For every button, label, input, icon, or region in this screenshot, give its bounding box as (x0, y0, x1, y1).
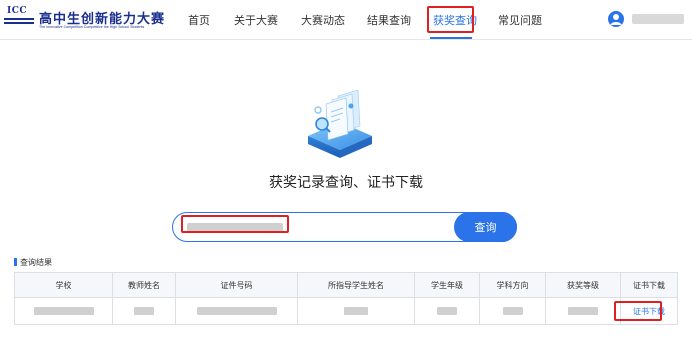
cell-grade-redacted (414, 297, 480, 325)
search-input-highlight (181, 215, 289, 233)
logo-bar (4, 18, 34, 20)
results-table: 学校 教师姓名 证件号码 所指导学生姓名 学生年级 学科方向 获奖等级 证书下载… (14, 272, 678, 325)
table-row: 证书下载 (14, 297, 678, 325)
cell-id-redacted (175, 297, 298, 325)
certificate-download-highlight (614, 301, 662, 321)
cell-award-redacted (545, 297, 621, 325)
nav-faq[interactable]: 常见问题 (498, 12, 542, 28)
nav-active-highlight (427, 6, 474, 33)
nav-result-query[interactable]: 结果查询 (367, 12, 411, 28)
col-subject: 学科方向 (479, 272, 546, 298)
cell-school-redacted (14, 297, 113, 325)
logo-subtitle: The Innovative Competition Competitive t… (39, 25, 145, 29)
results-section-label: 查询结果 (14, 257, 52, 268)
col-certificate: 证书下载 (620, 272, 678, 298)
col-school: 学校 (14, 272, 113, 298)
nav-news[interactable]: 大赛动态 (301, 12, 345, 28)
col-award-level: 获奖等级 (545, 272, 621, 298)
col-teacher-name: 教师姓名 (112, 272, 176, 298)
nav-about[interactable]: 关于大赛 (234, 12, 278, 28)
results-section-title: 查询结果 (20, 258, 52, 267)
table-header-row: 学校 教师姓名 证件号码 所指导学生姓名 学生年级 学科方向 获奖等级 证书下载 (14, 272, 678, 298)
logo-mark: ICC (4, 6, 34, 32)
cell-subject-redacted (479, 297, 546, 325)
col-grade: 学生年级 (414, 272, 480, 298)
section-marker (14, 258, 17, 266)
competition-logo[interactable]: ICC 高中生创新能力大赛 The Innovative Competition… (4, 6, 176, 32)
cell-teacher-redacted (112, 297, 176, 325)
nav-home[interactable]: 首页 (188, 12, 210, 28)
user-avatar-icon[interactable] (608, 11, 624, 27)
nav-active-underline (430, 37, 472, 39)
logo-bar (4, 22, 34, 24)
top-header: ICC 高中生创新能力大赛 The Innovative Competition… (0, 0, 692, 40)
col-student-names: 所指导学生姓名 (297, 272, 415, 298)
logo-abbr: ICC (7, 6, 28, 16)
page-title: 获奖记录查询、证书下载 (269, 174, 423, 190)
user-name-redacted[interactable] (632, 14, 684, 24)
search-button[interactable]: 查询 (454, 212, 517, 242)
certificate-stack-icon (300, 88, 380, 160)
col-id-number: 证件号码 (175, 272, 298, 298)
cell-students-redacted (297, 297, 415, 325)
